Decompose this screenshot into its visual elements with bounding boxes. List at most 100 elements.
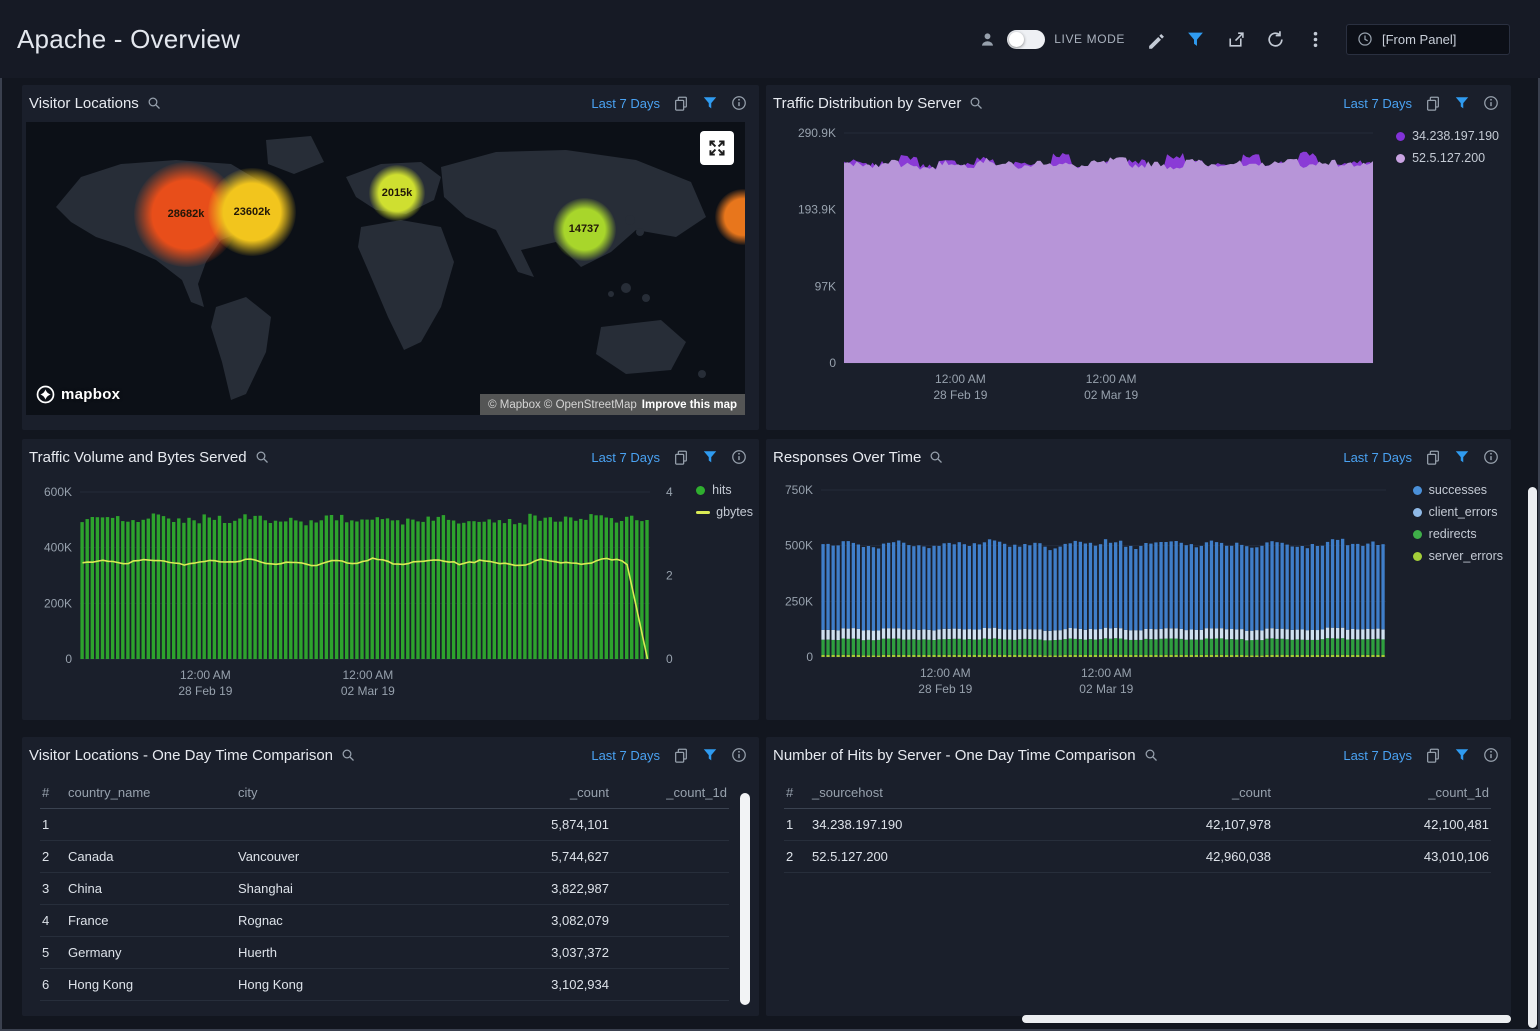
col-header[interactable]: _sourcehost: [810, 777, 1023, 808]
app-header: Apache - Overview LIVE MODE [From Panel]: [0, 0, 1540, 78]
table-row[interactable]: 252.5.127.20042,960,03843,010,106: [784, 840, 1491, 872]
map-bubble[interactable]: 2015k: [369, 165, 425, 221]
table-row[interactable]: 5GermanyHuerth3,037,372: [40, 936, 729, 968]
table-cell: 5,744,627: [461, 840, 611, 872]
filter-icon[interactable]: [702, 449, 718, 465]
table-row[interactable]: 3ChinaShanghai3,822,987: [40, 872, 729, 904]
info-icon[interactable]: [1483, 95, 1499, 111]
horizontal-scrollbar[interactable]: [1022, 1015, 1511, 1023]
export-icon[interactable]: [1226, 30, 1245, 49]
col-header[interactable]: _count_1d: [1273, 777, 1491, 808]
col-header[interactable]: _count: [1023, 777, 1273, 808]
table-cell: 6: [40, 968, 66, 1000]
copy-icon[interactable]: [673, 95, 689, 111]
copy-icon[interactable]: [1425, 95, 1441, 111]
table-cell: 42,100,481: [1273, 808, 1491, 840]
time-range-input[interactable]: [From Panel]: [1346, 24, 1510, 55]
bar-chart[interactable]: 0200K400K600K02412:00 AM28 Feb 1912:00 A…: [22, 475, 759, 715]
time-range-link[interactable]: Last 7 Days: [1343, 96, 1412, 111]
info-icon[interactable]: [731, 449, 747, 465]
zoom-icon[interactable]: [1144, 748, 1159, 763]
bubble-label: 14737: [569, 223, 600, 235]
time-range-link[interactable]: Last 7 Days: [591, 748, 660, 763]
live-mode-toggle[interactable]: [1007, 30, 1045, 49]
mapbox-wordmark: mapbox: [61, 386, 120, 403]
table-cell: China: [66, 872, 236, 904]
legend-item[interactable]: server_errors: [1413, 545, 1503, 567]
time-range-link[interactable]: Last 7 Days: [591, 450, 660, 465]
map-bubble[interactable]: 23602k: [208, 168, 296, 256]
mapbox-logo[interactable]: mapbox: [36, 385, 120, 404]
info-icon[interactable]: [1483, 449, 1499, 465]
col-header[interactable]: _count: [461, 777, 611, 808]
legend-item[interactable]: 52.5.127.200: [1396, 147, 1499, 169]
filter-icon[interactable]: [1454, 449, 1470, 465]
refresh-icon[interactable]: [1266, 30, 1285, 49]
table-cell: Shanghai: [236, 872, 461, 904]
svg-text:02 Mar 19: 02 Mar 19: [341, 684, 395, 698]
zoom-icon[interactable]: [147, 96, 162, 111]
panel-header: Traffic Distribution by Server Last 7 Da…: [766, 85, 1511, 121]
col-header[interactable]: #: [784, 777, 810, 808]
panel-header: Visitor Locations Last 7 Days: [22, 85, 759, 121]
legend-item[interactable]: successes: [1413, 479, 1503, 501]
edit-icon[interactable]: [1146, 30, 1165, 49]
zoom-icon[interactable]: [929, 450, 944, 465]
legend-swatch: [1396, 132, 1405, 141]
table-row[interactable]: 15,874,101: [40, 808, 729, 840]
legend-item[interactable]: client_errors: [1413, 501, 1503, 523]
table-cell: [611, 840, 729, 872]
copy-icon[interactable]: [673, 747, 689, 763]
copy-icon[interactable]: [673, 449, 689, 465]
legend-item[interactable]: gbytes: [696, 501, 753, 523]
col-header[interactable]: country_name: [66, 777, 236, 808]
table-row[interactable]: 4FranceRognac3,082,079: [40, 904, 729, 936]
filter-icon[interactable]: [1186, 30, 1205, 49]
legend-label: server_errors: [1429, 549, 1503, 563]
table-row[interactable]: 2CanadaVancouver5,744,627: [40, 840, 729, 872]
more-options-icon[interactable]: [1306, 30, 1325, 49]
hits-table: # _sourcehost _count _count_1d 134.238.1…: [784, 777, 1491, 873]
filter-icon[interactable]: [702, 95, 718, 111]
vertical-scrollbar[interactable]: [1528, 487, 1537, 1028]
legend-item[interactable]: redirects: [1413, 523, 1503, 545]
col-header[interactable]: _count_1d: [611, 777, 729, 808]
zoom-icon[interactable]: [969, 96, 984, 111]
info-icon[interactable]: [731, 747, 747, 763]
time-range-link[interactable]: Last 7 Days: [1343, 748, 1412, 763]
svg-text:12:00 AM: 12:00 AM: [180, 668, 231, 682]
svg-text:0: 0: [666, 652, 673, 666]
improve-map-link[interactable]: Improve this map: [642, 399, 737, 411]
table-cell: 4: [40, 904, 66, 936]
panel-responses-over-time: Responses Over Time Last 7 Days 0250K500…: [766, 439, 1511, 720]
table-row[interactable]: 6Hong KongHong Kong3,102,934: [40, 968, 729, 1000]
filter-icon[interactable]: [1454, 95, 1470, 111]
zoom-icon[interactable]: [341, 748, 356, 763]
map-expand-button[interactable]: [700, 131, 734, 165]
col-header[interactable]: city: [236, 777, 461, 808]
map-canvas[interactable]: 28682k23602k2015k14737 mapbox © Mapbox ©…: [26, 122, 745, 415]
table-row[interactable]: 134.238.197.19042,107,97842,100,481: [784, 808, 1491, 840]
info-icon[interactable]: [731, 95, 747, 111]
map-bubble[interactable]: 14737: [553, 198, 616, 261]
copy-icon[interactable]: [1425, 449, 1441, 465]
svg-text:12:00 AM: 12:00 AM: [1086, 372, 1137, 386]
time-range-link[interactable]: Last 7 Days: [1343, 450, 1412, 465]
filter-icon[interactable]: [1454, 747, 1470, 763]
info-icon[interactable]: [1483, 747, 1499, 763]
stacked-bar-chart[interactable]: 0250K500K750K12:00 AM28 Feb 1912:00 AM02…: [766, 475, 1511, 715]
bubble-label: 23602k: [234, 206, 271, 218]
zoom-icon[interactable]: [255, 450, 270, 465]
time-range-link[interactable]: Last 7 Days: [591, 96, 660, 111]
user-icon[interactable]: [979, 31, 996, 48]
table-scrollbar[interactable]: [740, 793, 750, 1005]
svg-text:193.9K: 193.9K: [798, 203, 836, 217]
legend-item[interactable]: hits: [696, 479, 753, 501]
svg-text:750K: 750K: [785, 483, 813, 497]
mapbox-icon: [36, 385, 55, 404]
legend-item[interactable]: 34.238.197.190: [1396, 125, 1499, 147]
copy-icon[interactable]: [1425, 747, 1441, 763]
col-header[interactable]: #: [40, 777, 66, 808]
time-range-value: [From Panel]: [1382, 32, 1456, 47]
filter-icon[interactable]: [702, 747, 718, 763]
